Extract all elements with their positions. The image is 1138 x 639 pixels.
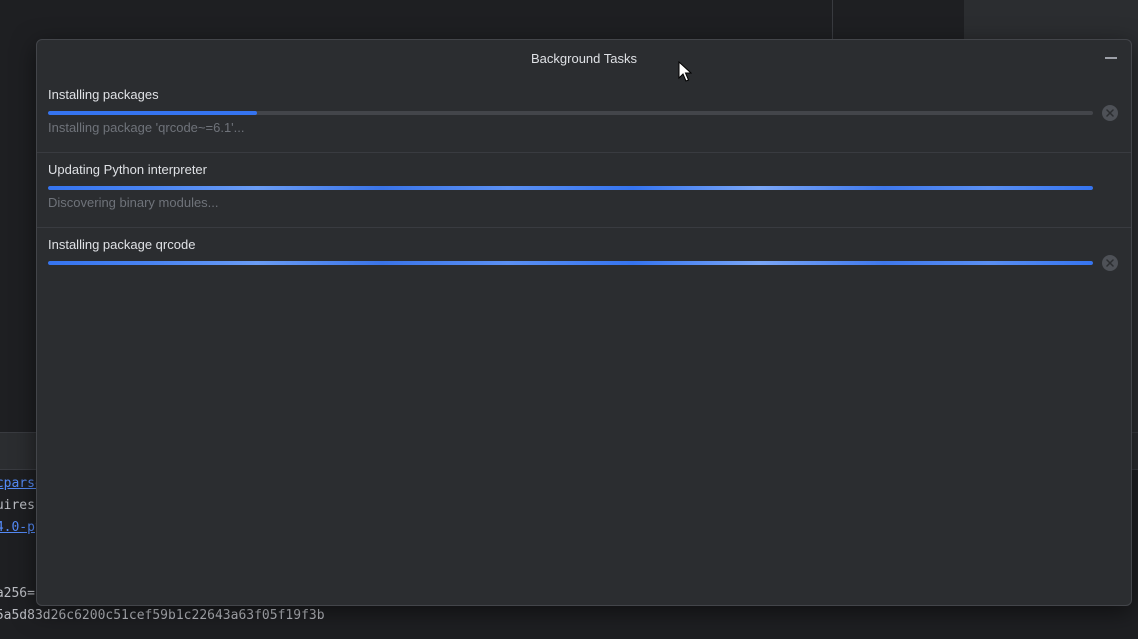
task-title: Installing package qrcode [48, 237, 196, 252]
task-progress-fill [48, 186, 1093, 190]
minimize-icon [1105, 57, 1117, 59]
task-progress-bar [48, 186, 1093, 190]
close-circle-icon [1106, 109, 1114, 117]
task-progress-fill [48, 261, 1093, 265]
popup-header[interactable]: Background Tasks [37, 40, 1131, 78]
background-tasks-popup: Background Tasks Installing packages Ins… [36, 39, 1132, 606]
task-title: Updating Python interpreter [48, 162, 207, 177]
console-line: quires [0, 498, 35, 513]
console-line: ha256= [0, 586, 35, 601]
task-item: Installing package qrcode [37, 228, 1131, 288]
console-line: b5a5d83d26c6200c51cef59b1c22643a63f05f19… [0, 608, 325, 623]
task-title: Installing packages [48, 87, 159, 102]
task-progress-fill [48, 111, 257, 115]
task-item: Installing packages Installing package '… [37, 78, 1131, 153]
close-circle-icon [1106, 259, 1114, 267]
cancel-task-button[interactable] [1102, 255, 1118, 271]
task-status: Installing package 'qrcode~=6.1'... [48, 120, 245, 135]
task-status: Discovering binary modules... [48, 195, 219, 210]
cancel-task-button[interactable] [1102, 105, 1118, 121]
minimize-button[interactable] [1101, 49, 1121, 67]
task-progress-bar [48, 261, 1093, 265]
task-item: Updating Python interpreter Discovering … [37, 153, 1131, 228]
task-progress-bar [48, 111, 1093, 115]
mouse-pointer-icon [678, 61, 692, 82]
popup-title: Background Tasks [531, 51, 637, 66]
